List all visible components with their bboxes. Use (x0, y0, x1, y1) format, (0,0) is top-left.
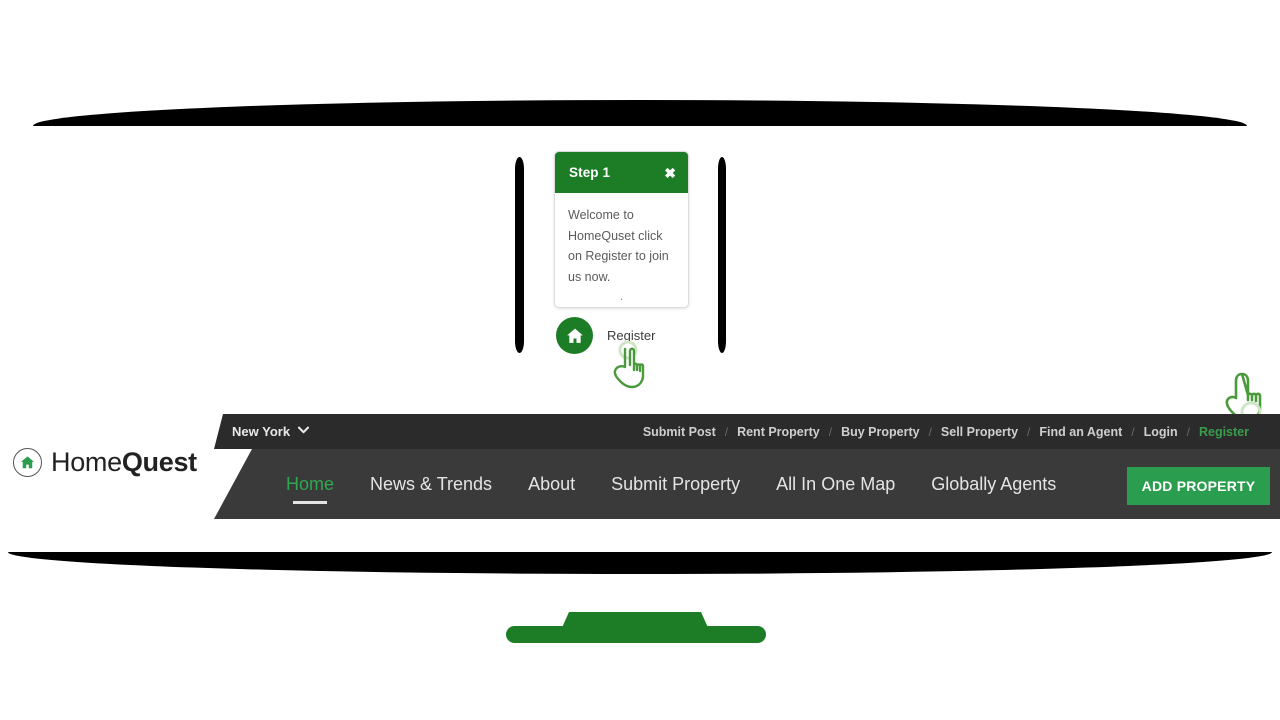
decorative-left-bar (515, 157, 524, 353)
nav-item-news-and-trends[interactable]: News & Trends (352, 474, 510, 495)
tour-step-title: Step 1 (569, 165, 611, 180)
decorative-bottom-band (8, 552, 1272, 574)
toplink-login[interactable]: Login (1135, 425, 1187, 439)
city-selector-label: New York (232, 424, 291, 439)
site-logo-text: HomeQuest (51, 447, 197, 478)
top-utility-links: Submit Post / Rent Property / Buy Proper… (634, 425, 1258, 439)
decorative-top-band (33, 100, 1247, 126)
logo-text-bold: Quest (121, 447, 197, 477)
decorative-right-bar (718, 157, 726, 353)
add-property-button[interactable]: ADD PROPERTY (1127, 467, 1270, 505)
top-utility-bar-content: New York Submit Post / Rent Property / B… (0, 414, 1280, 449)
tour-popover-header: Step 1 ✖ (555, 152, 688, 193)
toplink-sell-property[interactable]: Sell Property (932, 425, 1027, 439)
decorative-monitor-stand (506, 612, 766, 643)
tour-popover-body: Welcome to HomeQuset click on Register t… (568, 208, 669, 284)
stand-base (506, 626, 766, 643)
toplink-register[interactable]: Register (1190, 425, 1258, 439)
nav-item-all-in-one-map[interactable]: All In One Map (758, 474, 913, 495)
pointing-hand-cursor (607, 340, 651, 394)
house-in-circle-icon (13, 448, 42, 477)
home-icon (556, 317, 593, 354)
toplink-submit-post[interactable]: Submit Post (634, 425, 725, 439)
chevron-down-icon (297, 426, 310, 437)
nav-item-home[interactable]: Home (268, 474, 352, 495)
toplink-find-an-agent[interactable]: Find an Agent (1030, 425, 1131, 439)
toplink-rent-property[interactable]: Rent Property (728, 425, 829, 439)
close-icon[interactable]: ✖ (658, 164, 676, 182)
tour-popover-dot: . (619, 289, 624, 304)
nav-item-about[interactable]: About (510, 474, 593, 495)
nav-item-globally-agents[interactable]: Globally Agents (913, 474, 1074, 495)
toplink-buy-property[interactable]: Buy Property (832, 425, 929, 439)
city-selector[interactable]: New York (232, 424, 310, 439)
logo-text-light: Home (51, 447, 122, 477)
main-nav-items: Home News & Trends About Submit Property… (268, 449, 1074, 519)
site-logo[interactable]: HomeQuest (13, 447, 197, 478)
page-root: Step 1 ✖ Welcome to HomeQuset click on R… (0, 0, 1280, 720)
nav-item-submit-property[interactable]: Submit Property (593, 474, 758, 495)
tour-popover: Step 1 ✖ Welcome to HomeQuset click on R… (554, 151, 689, 309)
